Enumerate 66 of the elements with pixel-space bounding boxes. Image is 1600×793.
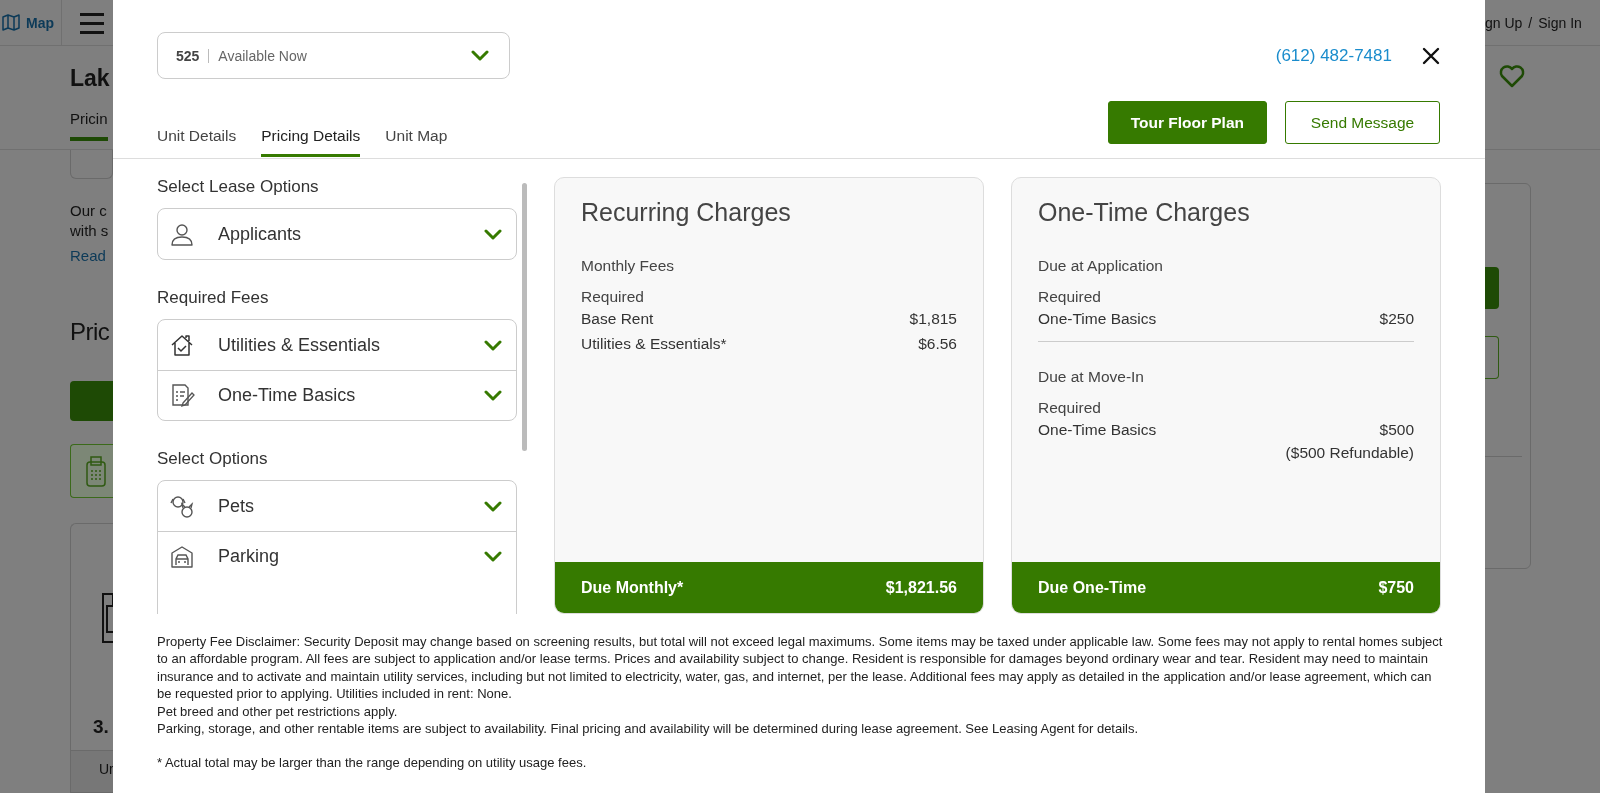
- section-heading: Monthly Fees: [581, 257, 676, 275]
- garage-car-icon: [170, 544, 196, 569]
- chevron-down-icon[interactable]: [484, 500, 502, 512]
- section-heading: Pric: [70, 318, 111, 346]
- fee-amount: $250: [1379, 309, 1414, 329]
- section-heading: Due at Application: [1038, 257, 1164, 275]
- tab[interactable]: Unit Map: [385, 127, 448, 157]
- total-label: Due Monthly*: [581, 578, 684, 597]
- chevron-down-icon[interactable]: [484, 339, 502, 351]
- total-label: Due One-Time: [1038, 578, 1147, 597]
- page-tab[interactable]: Pricin: [70, 110, 108, 141]
- unit-dropdown[interactable]: 525 Available Now: [157, 32, 510, 79]
- menu-icon[interactable]: [80, 11, 104, 34]
- auth-link[interactable]: gn Up: [1485, 14, 1523, 31]
- accordion-row[interactable]: Pets: [158, 481, 516, 531]
- group-heading: Required Fees: [157, 288, 270, 308]
- fee-label: Base Rent: [581, 309, 654, 329]
- floor-plan-drawing: [101, 592, 113, 644]
- fee-amount: $500: [1379, 420, 1414, 440]
- phone-link[interactable]: (612) 482-7481: [1275, 45, 1392, 66]
- group-heading: Select Lease Options: [157, 177, 320, 197]
- text-line: Our c: [70, 201, 108, 221]
- disclaimer-text: Parking, storage, and other rentable items are subject to availability. Final pricing and availability will be determined during lease agreement. See Leasing Agent for details.: [157, 720, 1140, 738]
- required-label: Required: [581, 288, 645, 306]
- accordion-row[interactable]: One-Time Basics: [158, 370, 516, 420]
- group-heading: Select Options: [157, 449, 269, 469]
- fee-label: One-Time Basics: [1038, 420, 1157, 440]
- disclaimer-text: Property Fee Disclaimer: Security Deposit may change based on screening results, but total will not exceed legal maximums. Some items may be taxed under applicable law. Some fees may not apply to rental homes subject to an affordable program. All fees are subject to application and/or lease terms. Prices and availability subject to change. Resident is responsible for damages beyond ordinary wear and tear. Resident may need to maintain insurance and to activate and maintain utility services, including but not limited to electricity, water, gas, and internet, per the lease. Additional fees may apply as detailed in the application and/or lease agreement, which can be requested prior to applying. Utilities included in rent: None.: [157, 633, 1444, 703]
- accordion-row[interactable]: Utilities & Essentials: [158, 320, 516, 370]
- scrollbar[interactable]: [522, 183, 527, 451]
- bedroom-count: 3.: [93, 716, 110, 738]
- fee-note: ($500 Refundable): [1284, 443, 1414, 463]
- heart-icon[interactable]: [1499, 64, 1525, 88]
- table-header: Ur: [71, 751, 113, 792]
- calculator-icon: [85, 455, 107, 487]
- total-amount: $750: [1378, 578, 1414, 597]
- auth-link[interactable]: /: [1528, 14, 1533, 31]
- tab[interactable]: Pricing Details: [261, 127, 361, 157]
- disclaimer-text: Pet breed and other pet restrictions apply.: [157, 702, 399, 721]
- fee-label: Utilities & Essentials*: [581, 334, 727, 354]
- tour-button[interactable]: Tour Floor Plan: [1107, 101, 1267, 144]
- fee-amount: $6.56: [918, 334, 957, 354]
- card-title: Recurring Charges: [581, 198, 792, 227]
- auth-link[interactable]: Sign In: [1538, 14, 1582, 31]
- document-pencil-icon: [170, 383, 196, 408]
- message-button[interactable]: Send Message: [1285, 101, 1440, 144]
- accordion-row[interactable]: Parking: [158, 531, 516, 581]
- chevron-down-icon[interactable]: [484, 228, 502, 240]
- required-label: Required: [1038, 399, 1102, 417]
- section-heading: Due at Move-In: [1038, 368, 1145, 386]
- chevron-down-icon: [471, 50, 489, 61]
- fee-label: One-Time Basics: [1038, 309, 1157, 329]
- person-icon: [170, 221, 196, 247]
- fee-amount: $1,815: [909, 309, 957, 329]
- text-line: with s: [70, 221, 110, 241]
- chevron-down-icon[interactable]: [484, 390, 502, 401]
- required-label: Required: [1038, 288, 1102, 306]
- accordion-row[interactable]: Applicants: [158, 209, 516, 259]
- total-amount: $1,821.56: [885, 578, 957, 597]
- page-title: Lak: [70, 65, 111, 92]
- close-icon[interactable]: [1422, 46, 1440, 65]
- card-title: One-Time Charges: [1038, 198, 1251, 227]
- tab[interactable]: Unit Details: [157, 127, 237, 157]
- map-icon: [2, 13, 20, 32]
- chevron-down-icon[interactable]: [484, 551, 502, 562]
- footnote: * Actual total may be larger than the range depending on utility usage fees.: [157, 754, 588, 772]
